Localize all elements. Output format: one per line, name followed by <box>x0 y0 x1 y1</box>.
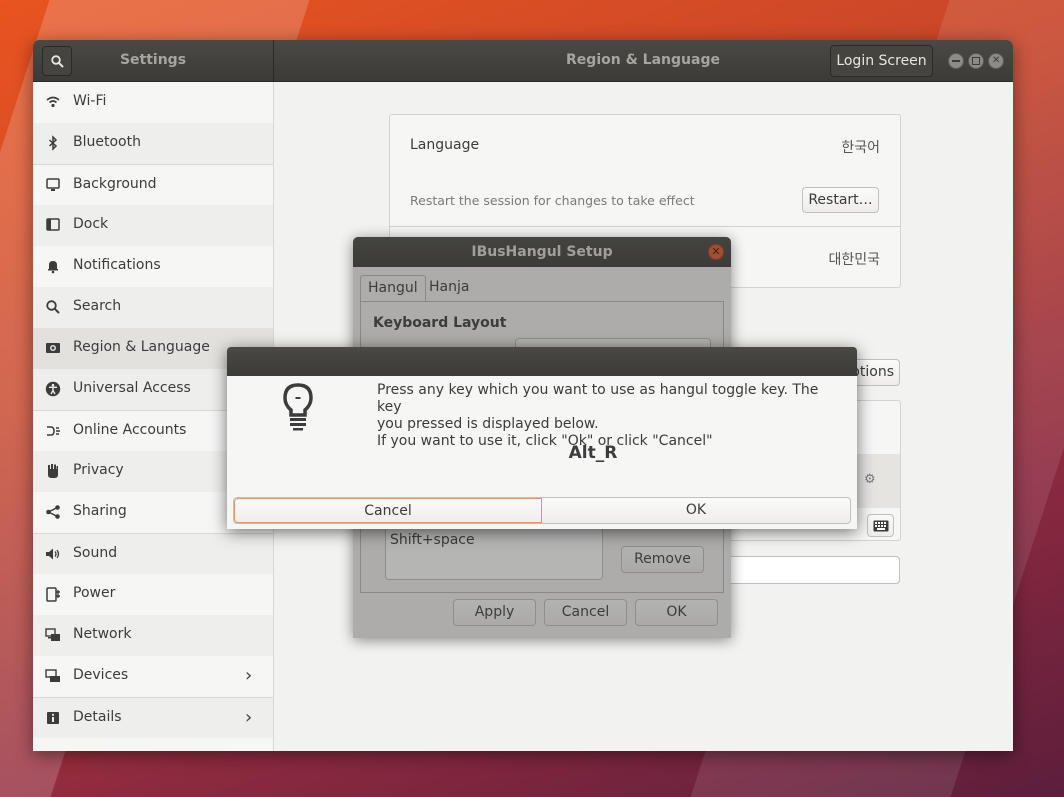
dialog-titlebar <box>227 347 857 376</box>
sidebar-item-power[interactable]: Power <box>33 574 273 615</box>
lightbulb-icon <box>283 383 313 431</box>
info-icon <box>45 710 61 726</box>
speaker-icon <box>45 546 61 562</box>
minimize-icon <box>952 60 960 62</box>
sidebar-item-label: Bluetooth <box>73 134 141 150</box>
restart-button[interactable]: Restart… <box>802 187 879 213</box>
sidebar-item-details[interactable]: Details › <box>33 697 273 738</box>
search-button[interactable] <box>42 46 72 76</box>
sidebar-header: Settings <box>33 40 274 82</box>
search-icon <box>45 299 61 315</box>
dialog-line-2: you pressed is displayed below. <box>377 416 599 432</box>
close-button[interactable]: ✕ <box>988 53 1004 69</box>
dialog-line-1: Press any key which you want to use as h… <box>377 382 819 415</box>
region-icon <box>45 340 61 356</box>
search-icon <box>51 55 64 68</box>
formats-value: 대한민국 <box>828 252 880 268</box>
sidebar-item-label: Region & Language <box>73 339 210 355</box>
sidebar-item-devices[interactable]: Devices › <box>33 656 273 697</box>
sidebar-item-wifi[interactable]: Wi-Fi <box>33 82 273 123</box>
dialog-ok-button[interactable]: OK <box>542 498 850 523</box>
sidebar-item-label: Network <box>73 626 132 642</box>
dock-icon <box>45 217 61 233</box>
sidebar-item-dock[interactable]: Dock <box>33 205 273 246</box>
dialog-message: Press any key which you want to use as h… <box>377 382 837 450</box>
sidebar-item-label: Universal Access <box>73 380 191 396</box>
chevron-right-icon: › <box>245 707 253 728</box>
toggle-key-dialog: Press any key which you want to use as h… <box>227 347 857 529</box>
sidebar-item-search[interactable]: Search <box>33 287 273 328</box>
sidebar-item-label: Background <box>73 176 157 192</box>
language-value: 한국어 <box>841 140 880 156</box>
wifi-icon <box>45 94 61 110</box>
sidebar-item-bluetooth[interactable]: Bluetooth <box>33 123 273 164</box>
gear-icon[interactable]: ⚙ <box>864 472 876 487</box>
titlebar: Settings Region & Language Login Screen … <box>33 40 1013 82</box>
sidebar-item-label: Online Accounts <box>73 422 187 438</box>
restart-hint: Restart the session for changes to take … <box>410 193 695 208</box>
panel-title: Region & Language <box>566 52 720 68</box>
sidebar-item-background[interactable]: Background <box>33 164 273 205</box>
sidebar-item-notifications[interactable]: Notifications <box>33 246 273 287</box>
maximize-icon <box>972 57 980 65</box>
hand-icon <box>45 463 61 479</box>
bell-icon <box>45 258 61 274</box>
sidebar-item-label: Power <box>73 585 116 601</box>
network-icon <box>45 627 61 643</box>
close-icon: ✕ <box>992 55 1001 66</box>
sidebar-item-label: Details <box>73 709 122 725</box>
keyboard-layout-button[interactable] <box>867 514 894 537</box>
sidebar-item-label: Search <box>73 298 122 314</box>
sidebar-item-label: Dock <box>73 216 109 232</box>
sidebar-item-label: Sharing <box>73 503 127 519</box>
online-accounts-icon <box>45 423 61 439</box>
sidebar-item-sound[interactable]: Sound <box>33 533 273 574</box>
input-entry[interactable] <box>704 556 900 584</box>
devices-icon <box>45 668 61 684</box>
background-icon <box>45 177 61 193</box>
power-icon <box>45 586 61 602</box>
dialog-button-box: Cancel OK <box>233 497 851 524</box>
chevron-right-icon: › <box>245 665 253 686</box>
keyboard-icon <box>873 520 888 532</box>
bluetooth-icon <box>45 135 61 151</box>
pressed-key-label: Alt_R <box>568 443 618 463</box>
sidebar-item-label: Privacy <box>73 462 124 478</box>
sidebar-item-label: Sound <box>73 545 118 561</box>
dialog-cancel-button[interactable]: Cancel <box>234 498 542 523</box>
sidebar-item-label: Notifications <box>73 257 161 273</box>
sidebar-title: Settings <box>119 52 187 68</box>
login-screen-button[interactable]: Login Screen <box>830 45 933 77</box>
accessibility-icon <box>45 381 61 397</box>
maximize-button[interactable] <box>968 53 984 69</box>
minimize-button[interactable] <box>948 53 964 69</box>
sidebar-item-network[interactable]: Network <box>33 615 273 656</box>
language-label: Language <box>410 137 480 153</box>
language-row[interactable]: Language 한국어 Restart the session for cha… <box>390 115 900 227</box>
sidebar-item-label: Devices <box>73 667 129 683</box>
sidebar-item-label: Wi-Fi <box>73 93 107 109</box>
share-icon <box>45 504 61 520</box>
